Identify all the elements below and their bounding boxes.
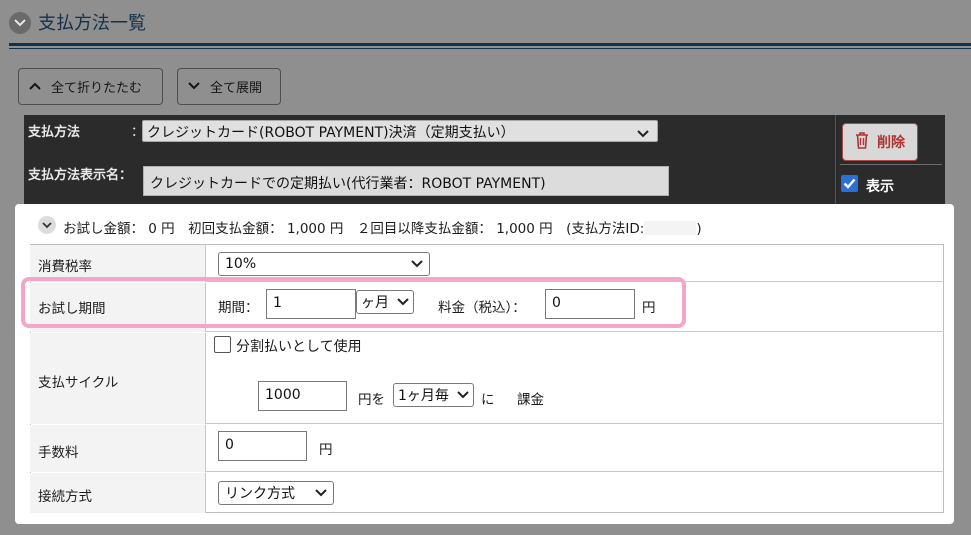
tax-label: 消費税率 — [38, 259, 92, 275]
divider — [840, 164, 942, 165]
method-label: 支払方法 — [28, 125, 81, 140]
cycle-interval-select[interactable]: 1ヶ月毎 — [393, 383, 474, 407]
trial-period-highlight — [21, 277, 686, 328]
connection-select[interactable]: リンク方式 — [218, 481, 334, 505]
delete-button[interactable]: 削除 — [842, 123, 918, 161]
tax-rate-select[interactable]: 10% — [218, 252, 430, 276]
installment-checkbox[interactable] — [214, 336, 231, 353]
summary-close: ) — [696, 221, 702, 237]
fee-label: 手数料 — [38, 445, 79, 461]
cycle-charge: 課金 — [517, 392, 544, 408]
cycle-amount-input[interactable]: 1000 — [258, 381, 347, 411]
chevron-down-icon — [411, 260, 423, 268]
chevron-down-icon — [637, 126, 649, 142]
payment-cycle-label: 支払サイクル — [38, 375, 119, 391]
expand-all-label: 全て展開 — [210, 81, 263, 96]
header-rule-thin — [9, 48, 971, 49]
payment-summary: お試し金額： 0 円 初回支払金額： 1,000 円 ２回目以降支払金額： 1,… — [63, 217, 702, 237]
fee-input[interactable]: 0 — [218, 431, 307, 461]
display-name-label: 支払方法表示名： — [28, 168, 133, 183]
header-rule — [9, 43, 971, 46]
collapse-all-button[interactable]: 全て折りたたむ — [18, 68, 163, 105]
cycle-ni: に — [481, 392, 495, 408]
display-name-input[interactable]: クレジットカードでの定期払い(代行業者：ROBOT PAYMENT) — [143, 166, 669, 196]
connection-value: リンク方式 — [225, 486, 295, 502]
chevron-down-icon[interactable] — [9, 12, 31, 34]
payment-method-value: クレジットカード(ROBOT PAYMENT)決済（定期支払い） — [147, 125, 515, 141]
cycle-interval-value: 1ヶ月毎 — [398, 388, 449, 404]
chevron-down-icon — [457, 391, 469, 399]
installment-label: 分割払いとして使用 — [236, 339, 362, 355]
checkmark-icon — [843, 178, 856, 189]
chevron-down-icon[interactable] — [38, 216, 56, 234]
collapse-all-label: 全て折りたたむ — [51, 81, 143, 96]
trash-icon — [855, 131, 869, 153]
tax-rate-value: 10% — [225, 256, 257, 272]
connection-label: 接続方式 — [38, 489, 92, 505]
expand-all-button[interactable]: 全て展開 — [177, 68, 281, 105]
divider — [835, 115, 836, 207]
section-header: 支払方法一覧 — [0, 0, 971, 50]
chevron-down-icon — [188, 79, 200, 94]
chevron-up-icon — [29, 79, 41, 94]
cycle-amount-unit: 円を — [358, 392, 385, 408]
redacted-id — [644, 221, 697, 235]
show-label: 表示 — [866, 179, 894, 195]
page-title: 支払方法一覧 — [38, 13, 146, 34]
delete-label: 削除 — [877, 135, 905, 151]
payment-method-select[interactable]: クレジットカード(ROBOT PAYMENT)決済（定期支払い） — [142, 120, 658, 142]
chevron-down-icon — [315, 489, 327, 497]
fee-unit: 円 — [319, 442, 333, 458]
show-checkbox[interactable] — [841, 175, 858, 192]
summary-text: お試し金額： 0 円 初回支払金額： 1,000 円 ２回目以降支払金額： 1,… — [63, 221, 645, 237]
